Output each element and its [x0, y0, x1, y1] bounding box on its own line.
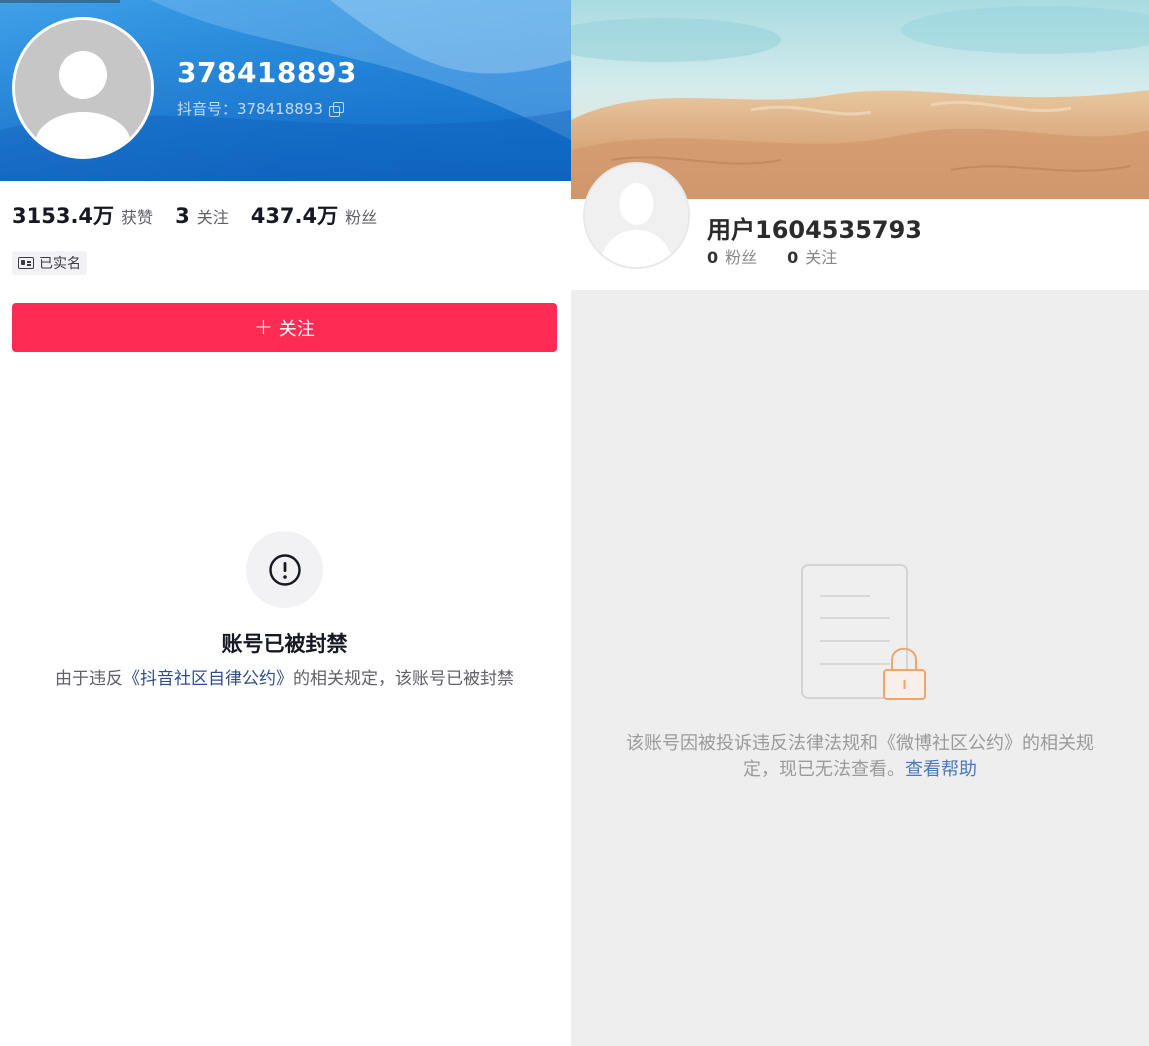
- avatar[interactable]: [12, 17, 154, 159]
- following-count[interactable]: 0: [787, 248, 798, 267]
- douyin-id-row: 抖音号：378418893: [177, 98, 344, 119]
- following-label[interactable]: 关注: [197, 204, 229, 228]
- followers-count[interactable]: 0: [707, 248, 718, 267]
- blocked-notice: 该账号因被投诉违反法律法规和《微博社区公约》的相关规定，现已无法查看。查看帮助: [619, 731, 1101, 783]
- default-avatar-icon: [585, 164, 688, 267]
- followers-label[interactable]: 粉丝: [345, 204, 377, 228]
- copy-icon[interactable]: [328, 101, 344, 117]
- community-guidelines-link[interactable]: 《抖音社区自律公约》: [123, 669, 293, 689]
- exclamation-circle-icon: [268, 553, 301, 586]
- likes-count: 3153.4万: [12, 204, 115, 228]
- weibo-profile-panel: 用户1604535793 0 粉丝 0 关注 该账号因被投诉违反法律法规和《微博…: [571, 0, 1149, 1046]
- profile-stats: 3153.4万 获赞 3 关注 437.4万 粉丝: [12, 200, 399, 230]
- verified-badge: 已实名: [12, 251, 87, 275]
- blocked-notice-text: 该账号因被投诉违反法律法规和《微博社区公约》的相关规定，现已无法查看。: [626, 733, 1094, 780]
- profile-banner: 378418893 抖音号：378418893: [0, 0, 571, 181]
- ban-notice-icon-wrap: [246, 531, 323, 608]
- verified-badge-label: 已实名: [39, 256, 81, 272]
- douyin-id: 抖音号：378418893: [177, 100, 323, 118]
- followers-count[interactable]: 437.4万: [251, 200, 338, 230]
- follow-button-label: 关注: [278, 318, 315, 340]
- id-card-icon: [18, 257, 34, 269]
- douyin-profile-panel: 378418893 抖音号：378418893 3153.4万 获赞 3 关注 …: [0, 0, 571, 1046]
- profile-nickname: 378418893: [177, 56, 357, 89]
- ban-desc-prefix: 由于违反: [55, 669, 123, 689]
- comparison-screen: 378418893 抖音号：378418893 3153.4万 获赞 3 关注 …: [0, 0, 1149, 1046]
- avatar[interactable]: [583, 162, 690, 269]
- plus-icon: +: [254, 314, 273, 340]
- likes-label: 获赞: [121, 208, 154, 227]
- followers-label[interactable]: 粉丝: [725, 244, 757, 268]
- ban-description: 由于违反《抖音社区自律公约》的相关规定，该账号已被封禁: [40, 665, 529, 693]
- following-label[interactable]: 关注: [805, 244, 837, 268]
- help-link[interactable]: 查看帮助: [905, 759, 977, 780]
- ban-desc-suffix: 的相关规定，该账号已被封禁: [293, 669, 514, 689]
- profile-stats: 0 粉丝 0 关注: [707, 244, 867, 268]
- profile-username: 用户1604535793: [707, 216, 922, 244]
- default-avatar-icon: [15, 20, 151, 156]
- follow-button[interactable]: + 关注: [12, 303, 557, 352]
- ban-title: 账号已被封禁: [221, 632, 348, 656]
- following-count[interactable]: 3: [175, 204, 190, 228]
- locked-document-icon: [801, 564, 926, 700]
